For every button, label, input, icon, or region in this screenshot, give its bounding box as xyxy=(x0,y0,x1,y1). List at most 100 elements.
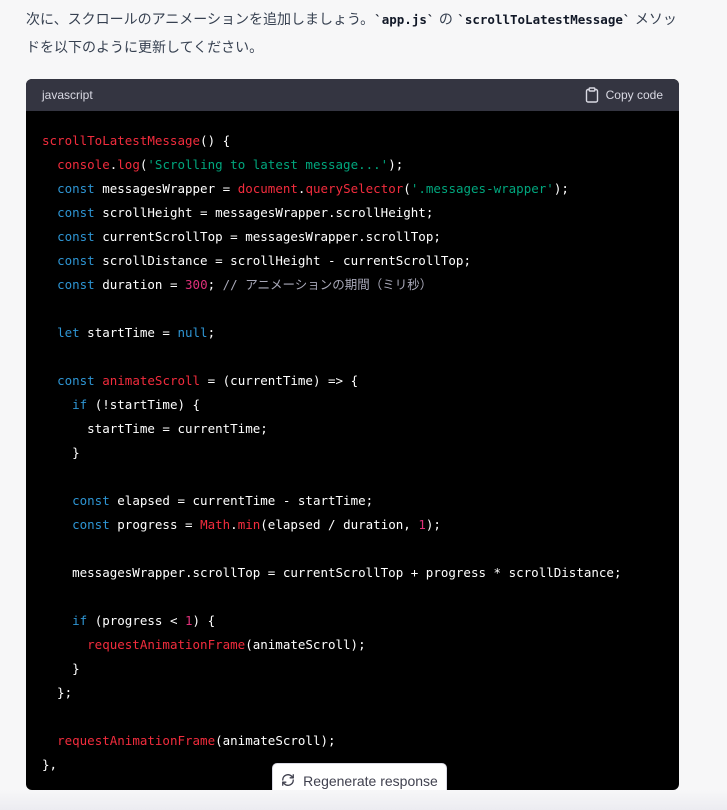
code-token: ; xyxy=(207,277,223,292)
code-token: scrollDistance = scrollHeight - currentS… xyxy=(94,253,471,268)
code-token: '.messages-wrapper' xyxy=(410,181,554,196)
code-token: ); xyxy=(425,517,441,532)
code-token: ); xyxy=(553,181,569,196)
code-token: ); xyxy=(388,157,404,172)
code-line: const currentScrollTop = messagesWrapper… xyxy=(42,225,663,249)
code-line: ​ xyxy=(42,345,663,369)
code-token: } xyxy=(42,661,80,676)
code-token: ( xyxy=(403,181,411,196)
code-token: }, xyxy=(42,757,58,772)
code-token: console xyxy=(57,157,110,172)
code-token: messagesWrapper = xyxy=(94,181,238,196)
code-line: ​ xyxy=(42,537,663,561)
code-token: // アニメーションの期間（ミリ秒） xyxy=(222,277,433,292)
code-token: currentScrollTop = messagesWrapper.scrol… xyxy=(94,229,441,244)
code-token: (elapsed / duration, xyxy=(260,517,419,532)
code-token: animateScroll xyxy=(102,373,201,388)
code-token: const xyxy=(57,229,95,244)
code-token: Math xyxy=(200,517,231,532)
code-token: 300 xyxy=(185,277,208,292)
intro-text-2: の xyxy=(434,12,458,28)
code-line: const elapsed = currentTime - startTime; xyxy=(42,489,663,513)
code-token: if xyxy=(72,397,88,412)
code-line: }; xyxy=(42,681,663,705)
code-token: (animateScroll); xyxy=(245,637,366,652)
code-token: elapsed = currentTime - startTime; xyxy=(109,493,374,508)
code-token: }; xyxy=(42,685,73,700)
code-token: . xyxy=(230,517,238,532)
code-token: (animateScroll); xyxy=(215,733,336,748)
code-token: = (currentTime) => { xyxy=(200,373,359,388)
code-token: if xyxy=(72,613,88,628)
code-content: scrollToLatestMessage() { console.log('S… xyxy=(26,111,679,777)
copy-code-button[interactable]: Copy code xyxy=(585,87,663,103)
code-line: requestAnimationFrame(animateScroll); xyxy=(42,729,663,753)
code-token: () { xyxy=(200,133,231,148)
code-line: if (progress < 1) { xyxy=(42,609,663,633)
code-token: null xyxy=(177,325,208,340)
code-token: scrollHeight = messagesWrapper.scrollHei… xyxy=(94,205,434,220)
code-line: ​ xyxy=(42,465,663,489)
code-line: const messagesWrapper = document.querySe… xyxy=(42,177,663,201)
inline-code-appjs: `app.js` xyxy=(374,12,435,27)
code-line: const scrollHeight = messagesWrapper.scr… xyxy=(42,201,663,225)
code-line: let startTime = null; xyxy=(42,321,663,345)
code-line: } xyxy=(42,657,663,681)
code-token: startTime = currentTime; xyxy=(42,421,268,436)
code-token: querySelector xyxy=(305,181,404,196)
code-token: const xyxy=(72,493,110,508)
code-token: const xyxy=(57,253,95,268)
inline-code-method: `scrollToLatestMessage` xyxy=(457,12,631,27)
code-token: 1 xyxy=(418,517,426,532)
code-line: const animateScroll = (currentTime) => { xyxy=(42,369,663,393)
code-line: const progress = Math.min(elapsed / dura… xyxy=(42,513,663,537)
code-line: startTime = currentTime; xyxy=(42,417,663,441)
code-token: 'Scrolling to latest message...' xyxy=(147,157,389,172)
code-token: messagesWrapper.scrollTop = currentScrol… xyxy=(42,565,622,580)
code-token: (progress < xyxy=(87,613,186,628)
regenerate-label: Regenerate response xyxy=(303,773,438,789)
code-token: ) { xyxy=(192,613,216,628)
code-token: requestAnimationFrame xyxy=(57,733,216,748)
code-token: log xyxy=(117,157,140,172)
code-token: (!startTime) { xyxy=(87,397,201,412)
code-token: const xyxy=(57,277,95,292)
assistant-message-text: 次に、スクロールのアニメーションを追加しましょう。`app.js` の `scr… xyxy=(26,6,686,62)
code-line: console.log('Scrolling to latest message… xyxy=(42,153,663,177)
code-token: document xyxy=(237,181,298,196)
code-token: startTime = xyxy=(79,325,178,340)
code-line: scrollToLatestMessage() { xyxy=(42,129,663,153)
code-token: requestAnimationFrame xyxy=(87,637,246,652)
code-token: 1 xyxy=(185,613,193,628)
intro-text-1: 次に、スクロールのアニメーションを追加しましょう。 xyxy=(26,12,375,28)
code-line: ​ xyxy=(42,705,663,729)
code-token: scrollToLatestMessage xyxy=(42,133,201,148)
code-block: javascript Copy code scrollToLatestMessa… xyxy=(26,79,679,790)
refresh-icon xyxy=(281,773,295,790)
code-language-label: javascript xyxy=(42,88,93,102)
code-token: min xyxy=(237,517,261,532)
code-token: duration = xyxy=(94,277,186,292)
code-token: const xyxy=(57,181,95,196)
code-token: ; xyxy=(207,325,216,340)
code-line: const duration = 300; // アニメーションの期間（ミリ秒） xyxy=(42,273,663,297)
page-bottom-fade xyxy=(0,790,727,810)
code-token: const xyxy=(57,205,95,220)
code-line: ​ xyxy=(42,585,663,609)
code-line: } xyxy=(42,441,663,465)
code-line: if (!startTime) { xyxy=(42,393,663,417)
code-line: ​ xyxy=(42,297,663,321)
code-line: const scrollDistance = scrollHeight - cu… xyxy=(42,249,663,273)
